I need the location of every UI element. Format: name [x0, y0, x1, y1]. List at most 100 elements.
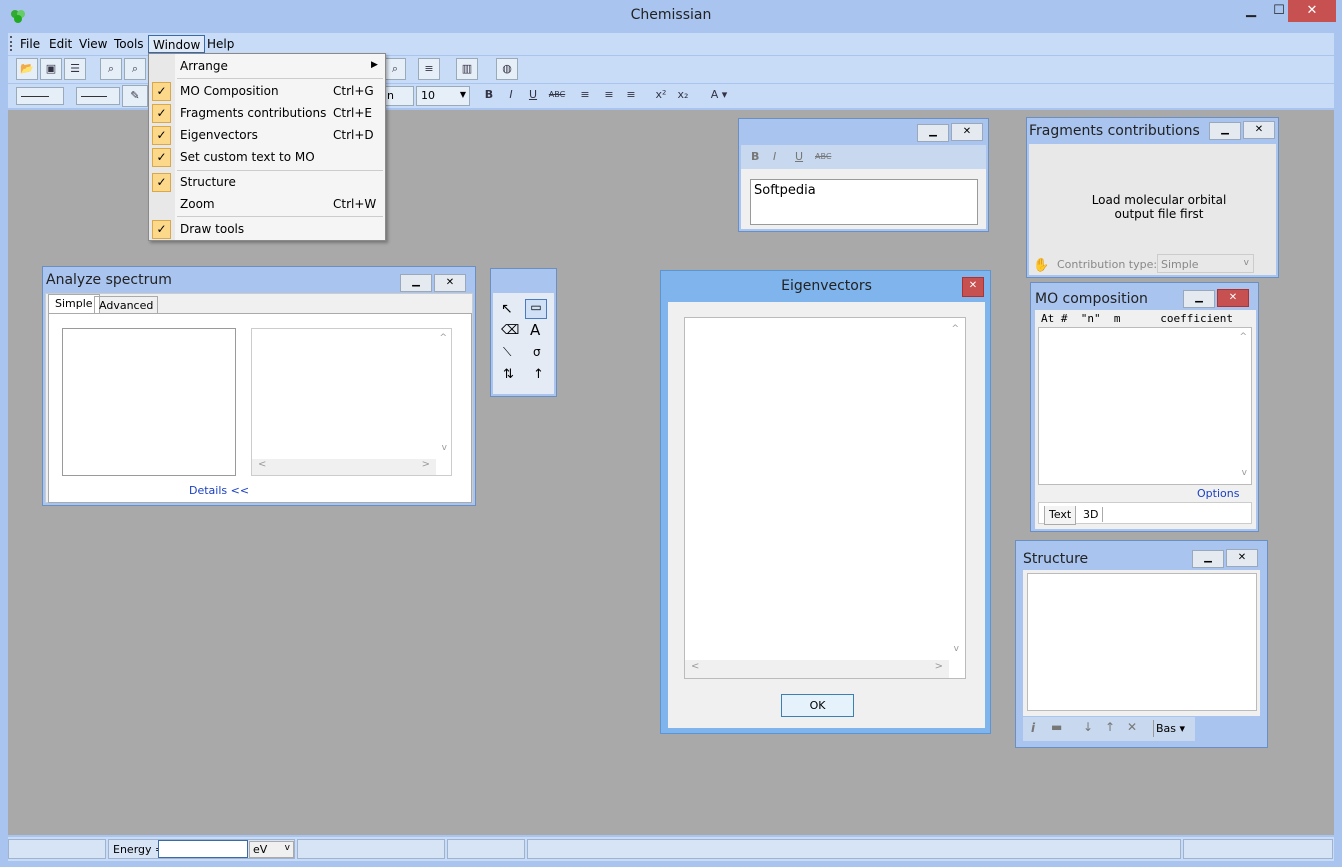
- menu-view[interactable]: View: [75, 35, 111, 53]
- delete-icon[interactable]: ✕: [1127, 720, 1137, 734]
- custom-text-input[interactable]: Softpedia: [750, 179, 978, 225]
- bold-button[interactable]: B: [478, 85, 500, 107]
- arrange-label: Arrange: [180, 59, 228, 73]
- structure-window: Structure ▁ ✕ i ▬ ↓ ↑ ✕ Bas ▾: [1015, 540, 1268, 748]
- contribution-type-select[interactable]: Simple v: [1157, 254, 1254, 273]
- scroll-down-icon[interactable]: v: [1242, 468, 1247, 478]
- save-icon[interactable]: ▣: [40, 58, 62, 80]
- scroll-up-icon[interactable]: ^: [951, 324, 959, 334]
- superscript-icon[interactable]: x²: [650, 85, 672, 107]
- close-icon[interactable]: ✕: [1217, 289, 1249, 307]
- close-icon[interactable]: ✕: [1243, 121, 1275, 139]
- menu-item-custom-text[interactable]: ✓ Set custom text to MO: [149, 146, 385, 168]
- details-link[interactable]: Details <<: [189, 484, 249, 497]
- check-icon: ✓: [152, 104, 171, 123]
- close-icon[interactable]: ✕: [1288, 0, 1336, 22]
- arrow-up-icon[interactable]: ↑: [1105, 720, 1115, 734]
- align-right-icon[interactable]: ≡: [620, 85, 642, 107]
- scroll-down-icon[interactable]: v: [954, 644, 959, 654]
- menu-item-mo-composition[interactable]: ✓ MO Composition Ctrl+G: [149, 80, 385, 102]
- tab-advanced[interactable]: Advanced: [94, 296, 159, 313]
- close-icon[interactable]: ✕: [951, 123, 983, 141]
- sigma-tool-icon[interactable]: σ: [533, 345, 541, 359]
- underline-button[interactable]: U: [795, 150, 803, 163]
- spectrum-detail-list[interactable]: ^ v < >: [251, 328, 452, 476]
- subscript-icon[interactable]: x₂: [672, 85, 694, 107]
- text-tool-icon[interactable]: A: [530, 321, 540, 339]
- strike-button[interactable]: ABC: [546, 85, 568, 107]
- menu-item-structure[interactable]: ✓ Structure: [149, 171, 385, 193]
- eraser-icon[interactable]: ⌫: [501, 323, 519, 338]
- film-icon[interactable]: ▬: [1051, 720, 1062, 734]
- menu-help[interactable]: Help: [203, 35, 238, 53]
- arrow-up-tool-icon[interactable]: ↑: [533, 367, 544, 382]
- font-color-icon[interactable]: A ▾: [702, 85, 736, 107]
- font-name-select[interactable]: n: [384, 86, 414, 106]
- structure-view[interactable]: [1027, 573, 1257, 711]
- search-icon[interactable]: ⌕: [124, 58, 146, 80]
- h-scrollbar[interactable]: < >: [685, 660, 949, 678]
- line-style-select[interactable]: [16, 87, 64, 105]
- open-icon[interactable]: 📂: [16, 58, 38, 80]
- menu-edit[interactable]: Edit: [45, 35, 76, 53]
- close-icon[interactable]: ✕: [434, 274, 466, 292]
- spectrum-list[interactable]: [62, 328, 236, 476]
- energy-label: Energy =: [113, 843, 165, 856]
- menu-item-arrange[interactable]: Arrange ▶: [149, 55, 385, 77]
- minimize-icon[interactable]: ▁: [917, 124, 949, 142]
- line-width-select[interactable]: [76, 87, 120, 105]
- tab-content: ^ v < > Details <<: [48, 313, 472, 503]
- minimize-icon[interactable]: ▁: [1192, 550, 1224, 568]
- info-icon[interactable]: i: [1031, 721, 1035, 735]
- menu-file[interactable]: File: [16, 35, 44, 53]
- close-icon[interactable]: ✕: [962, 277, 984, 297]
- italic-button[interactable]: I: [773, 150, 776, 163]
- menu-item-fragments[interactable]: ✓ Fragments contributions Ctrl+E: [149, 102, 385, 124]
- close-icon[interactable]: ✕: [1226, 549, 1258, 567]
- energy-input[interactable]: [158, 840, 248, 858]
- zoom-out-icon[interactable]: ⌕: [384, 58, 406, 80]
- chart-icon[interactable]: ▥: [456, 58, 478, 80]
- mo-list[interactable]: ^ v: [1038, 327, 1252, 485]
- minimize-icon[interactable]: ▁: [1183, 290, 1215, 308]
- bas-select[interactable]: Bas ▾: [1153, 720, 1193, 737]
- eigenvectors-list[interactable]: ^ v < >: [684, 317, 966, 679]
- scroll-up-icon[interactable]: ^: [1239, 332, 1247, 342]
- minimize-icon[interactable]: ▁: [1236, 0, 1266, 24]
- pointer-icon[interactable]: ↖: [501, 301, 513, 317]
- tab-3d[interactable]: 3D: [1079, 507, 1104, 522]
- italic-button[interactable]: I: [500, 85, 522, 107]
- scroll-down-icon[interactable]: v: [442, 443, 447, 453]
- minimize-icon[interactable]: ▁: [1209, 122, 1241, 140]
- pen-icon[interactable]: ✎: [122, 85, 148, 107]
- orbital-icon[interactable]: ◍: [496, 58, 518, 80]
- draw-tools-label: Draw tools: [180, 222, 245, 236]
- font-size-select[interactable]: 10 ▼: [416, 86, 470, 106]
- bold-button[interactable]: B: [751, 150, 759, 163]
- menu-item-eigenvectors[interactable]: ✓ Eigenvectors Ctrl+D: [149, 124, 385, 146]
- align-left-icon[interactable]: ≡: [574, 85, 596, 107]
- import-icon[interactable]: ☰: [64, 58, 86, 80]
- arrows-tool-icon[interactable]: ⇅: [503, 367, 514, 382]
- tab-text[interactable]: Text: [1044, 506, 1077, 525]
- energy-unit-select[interactable]: eV v: [249, 841, 294, 858]
- line-tool-icon[interactable]: ⟍: [503, 345, 511, 360]
- underline-button[interactable]: U: [522, 85, 544, 107]
- h-scrollbar[interactable]: < >: [252, 459, 436, 475]
- align-center-icon[interactable]: ≡: [598, 85, 620, 107]
- ok-button[interactable]: OK: [781, 694, 854, 717]
- menu-tools[interactable]: Tools: [110, 35, 148, 53]
- arrow-down-icon[interactable]: ↓: [1083, 720, 1093, 734]
- strike-button[interactable]: ABC: [815, 152, 831, 161]
- menu-item-draw-tools[interactable]: ✓ Draw tools: [149, 218, 385, 240]
- minimize-icon[interactable]: ▁: [400, 274, 432, 292]
- zoom-in-icon[interactable]: ⌕: [100, 58, 122, 80]
- select-rect-icon[interactable]: ▭: [525, 299, 547, 319]
- shortcut-label: Ctrl+W: [333, 197, 377, 211]
- scroll-up-icon[interactable]: ^: [439, 333, 447, 343]
- menu-item-zoom[interactable]: Zoom Ctrl+W: [149, 193, 385, 215]
- menu-bar: File Edit View Tools Window Help: [8, 33, 1334, 55]
- menu-window[interactable]: Window: [148, 35, 206, 53]
- levels-icon[interactable]: ≡: [418, 58, 440, 80]
- tab-simple[interactable]: Simple: [48, 294, 100, 313]
